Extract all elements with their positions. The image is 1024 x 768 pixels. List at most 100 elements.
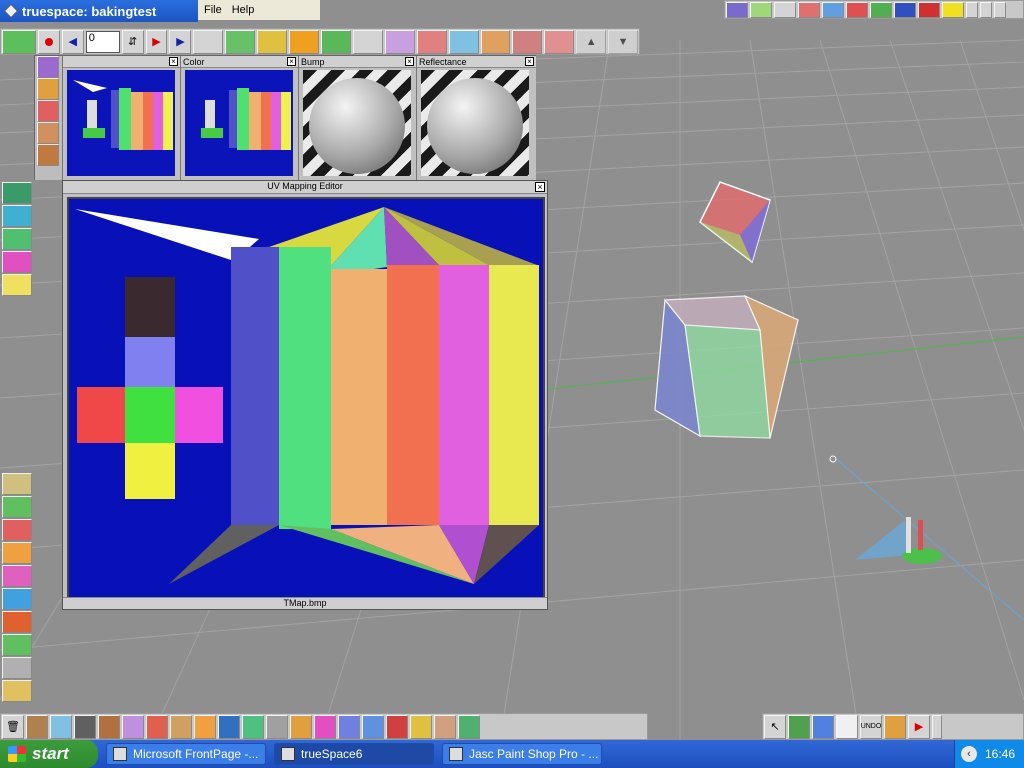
link-icon[interactable] (512, 29, 543, 54)
shader-icon[interactable] (37, 56, 59, 78)
cylinder-icon[interactable] (37, 144, 59, 166)
trash-icon[interactable]: 🗑 (2, 714, 24, 739)
object-scale-icon[interactable] (448, 29, 479, 54)
line-icon[interactable] (50, 714, 72, 739)
cube-icon[interactable] (98, 714, 120, 739)
record-icon[interactable] (37, 29, 60, 54)
avatar-icon[interactable] (434, 714, 456, 739)
car-icon[interactable] (2, 588, 32, 610)
radiation-icon[interactable] (942, 1, 964, 18)
uv-mapping-editor-window[interactable]: UV Mapping Editor × TMap.bmp (62, 180, 548, 610)
rewind-icon[interactable]: ◀ (61, 29, 84, 54)
tools-icon[interactable] (2, 657, 32, 679)
down-arrow-icon[interactable]: ▼ (608, 29, 639, 54)
object-icon[interactable] (750, 1, 772, 18)
ruler-icon[interactable] (2, 680, 32, 702)
uv-canvas[interactable] (67, 197, 545, 599)
up-arrow-icon[interactable]: ▲ (576, 29, 607, 54)
gradient-icon[interactable] (2, 565, 32, 587)
view-cube-icon[interactable] (788, 714, 810, 739)
path-icon[interactable] (225, 29, 256, 54)
palette-icon[interactable] (2, 542, 32, 564)
start-button[interactable]: start (0, 740, 98, 768)
3d-text-icon[interactable] (458, 714, 480, 739)
expand-icon[interactable] (932, 714, 942, 739)
axes-icon[interactable] (386, 714, 408, 739)
keyframe-editor-icon[interactable] (193, 29, 224, 54)
uv-editor-titlebar[interactable]: UV Mapping Editor × (63, 181, 547, 194)
grid-icon[interactable] (812, 714, 834, 739)
image-icon[interactable] (2, 473, 32, 495)
wedge-icon[interactable] (266, 714, 288, 739)
task-frontpage[interactable]: Microsoft FrontPage -... (106, 743, 266, 765)
paint-icon[interactable] (37, 78, 59, 100)
select-icon[interactable] (480, 29, 511, 54)
deform-icon[interactable] (321, 29, 351, 54)
house-icon[interactable] (798, 1, 820, 18)
bones-icon[interactable] (257, 29, 288, 54)
uv-plane-icon[interactable] (2, 228, 32, 250)
material-color-panel[interactable]: Color × (181, 56, 299, 180)
camera-icon[interactable] (74, 714, 96, 739)
close-icon[interactable]: × (405, 57, 414, 66)
percent-icon[interactable] (2, 496, 32, 518)
material-balls-icon[interactable] (2, 519, 32, 541)
frame-field[interactable]: 0 (85, 30, 120, 53)
play-icon[interactable]: ▶ (145, 29, 168, 54)
undo-button[interactable]: UNDO (860, 714, 882, 739)
close-icon[interactable] (994, 1, 1006, 18)
tray-expand-icon[interactable]: ‹ (961, 746, 977, 762)
brush-icon[interactable] (37, 122, 59, 144)
spline-icon[interactable] (242, 714, 264, 739)
box-icon[interactable] (26, 714, 48, 739)
sphere-icon[interactable] (146, 714, 168, 739)
uv-cube-icon[interactable] (2, 182, 32, 204)
material-preview-main[interactable]: × (63, 56, 181, 180)
view-toggle-icon[interactable] (2, 29, 36, 54)
z-icon[interactable] (918, 1, 940, 18)
blank-icon[interactable] (774, 1, 796, 18)
folder-icon[interactable] (2, 274, 32, 296)
menu-file[interactable]: File (204, 4, 222, 16)
light-gizmo[interactable] (855, 517, 942, 564)
task-truespace[interactable]: trueSpace6 (274, 743, 434, 765)
minimize-icon[interactable] (966, 1, 978, 18)
grid-object-icon[interactable] (338, 714, 360, 739)
uv-sphere-icon[interactable] (2, 205, 32, 227)
floating-cube[interactable] (699, 181, 771, 264)
frame-step-icon[interactable]: ⇵ (121, 29, 144, 54)
cluster-icon[interactable] (122, 714, 144, 739)
material-bump-panel[interactable]: Bump × (299, 56, 417, 180)
scene-icon[interactable] (726, 1, 748, 18)
pick-icon[interactable] (37, 100, 59, 122)
mm-icon[interactable] (410, 714, 432, 739)
close-icon[interactable]: × (287, 57, 296, 66)
object-rotate-icon[interactable] (416, 29, 447, 54)
mesh-icon[interactable] (362, 714, 384, 739)
ik-icon[interactable] (289, 29, 320, 54)
script-icon[interactable] (352, 29, 383, 54)
landscape-icon[interactable] (2, 634, 32, 656)
graph-icon[interactable] (846, 1, 868, 18)
object-move-icon[interactable] (384, 29, 415, 54)
dots-icon[interactable] (194, 714, 216, 739)
window-titlebar[interactable]: truespace: bakingtest (0, 0, 198, 22)
close-icon[interactable]: × (169, 57, 178, 66)
restore-icon[interactable] (980, 1, 992, 18)
cylinder-icon[interactable] (170, 714, 192, 739)
document-icon[interactable] (836, 714, 858, 739)
uv-shape-icon[interactable] (2, 251, 32, 273)
close-icon[interactable]: × (535, 182, 545, 192)
material-reflectance-panel[interactable]: Reflectance × (417, 56, 536, 180)
task-paintshop[interactable]: Jasc Paint Shop Pro - ... (442, 743, 602, 765)
pointer-icon[interactable]: ↖ (764, 714, 786, 739)
prism-object[interactable] (654, 294, 799, 439)
deform-shape-icon[interactable] (314, 714, 336, 739)
y-icon[interactable] (894, 1, 916, 18)
unlink-icon[interactable] (544, 29, 575, 54)
x-icon[interactable] (870, 1, 892, 18)
brush-tool-icon[interactable] (884, 714, 906, 739)
fast-forward-icon[interactable]: ▶ (169, 29, 192, 54)
palette-icon[interactable] (290, 714, 312, 739)
paint-tool-icon[interactable] (218, 714, 240, 739)
